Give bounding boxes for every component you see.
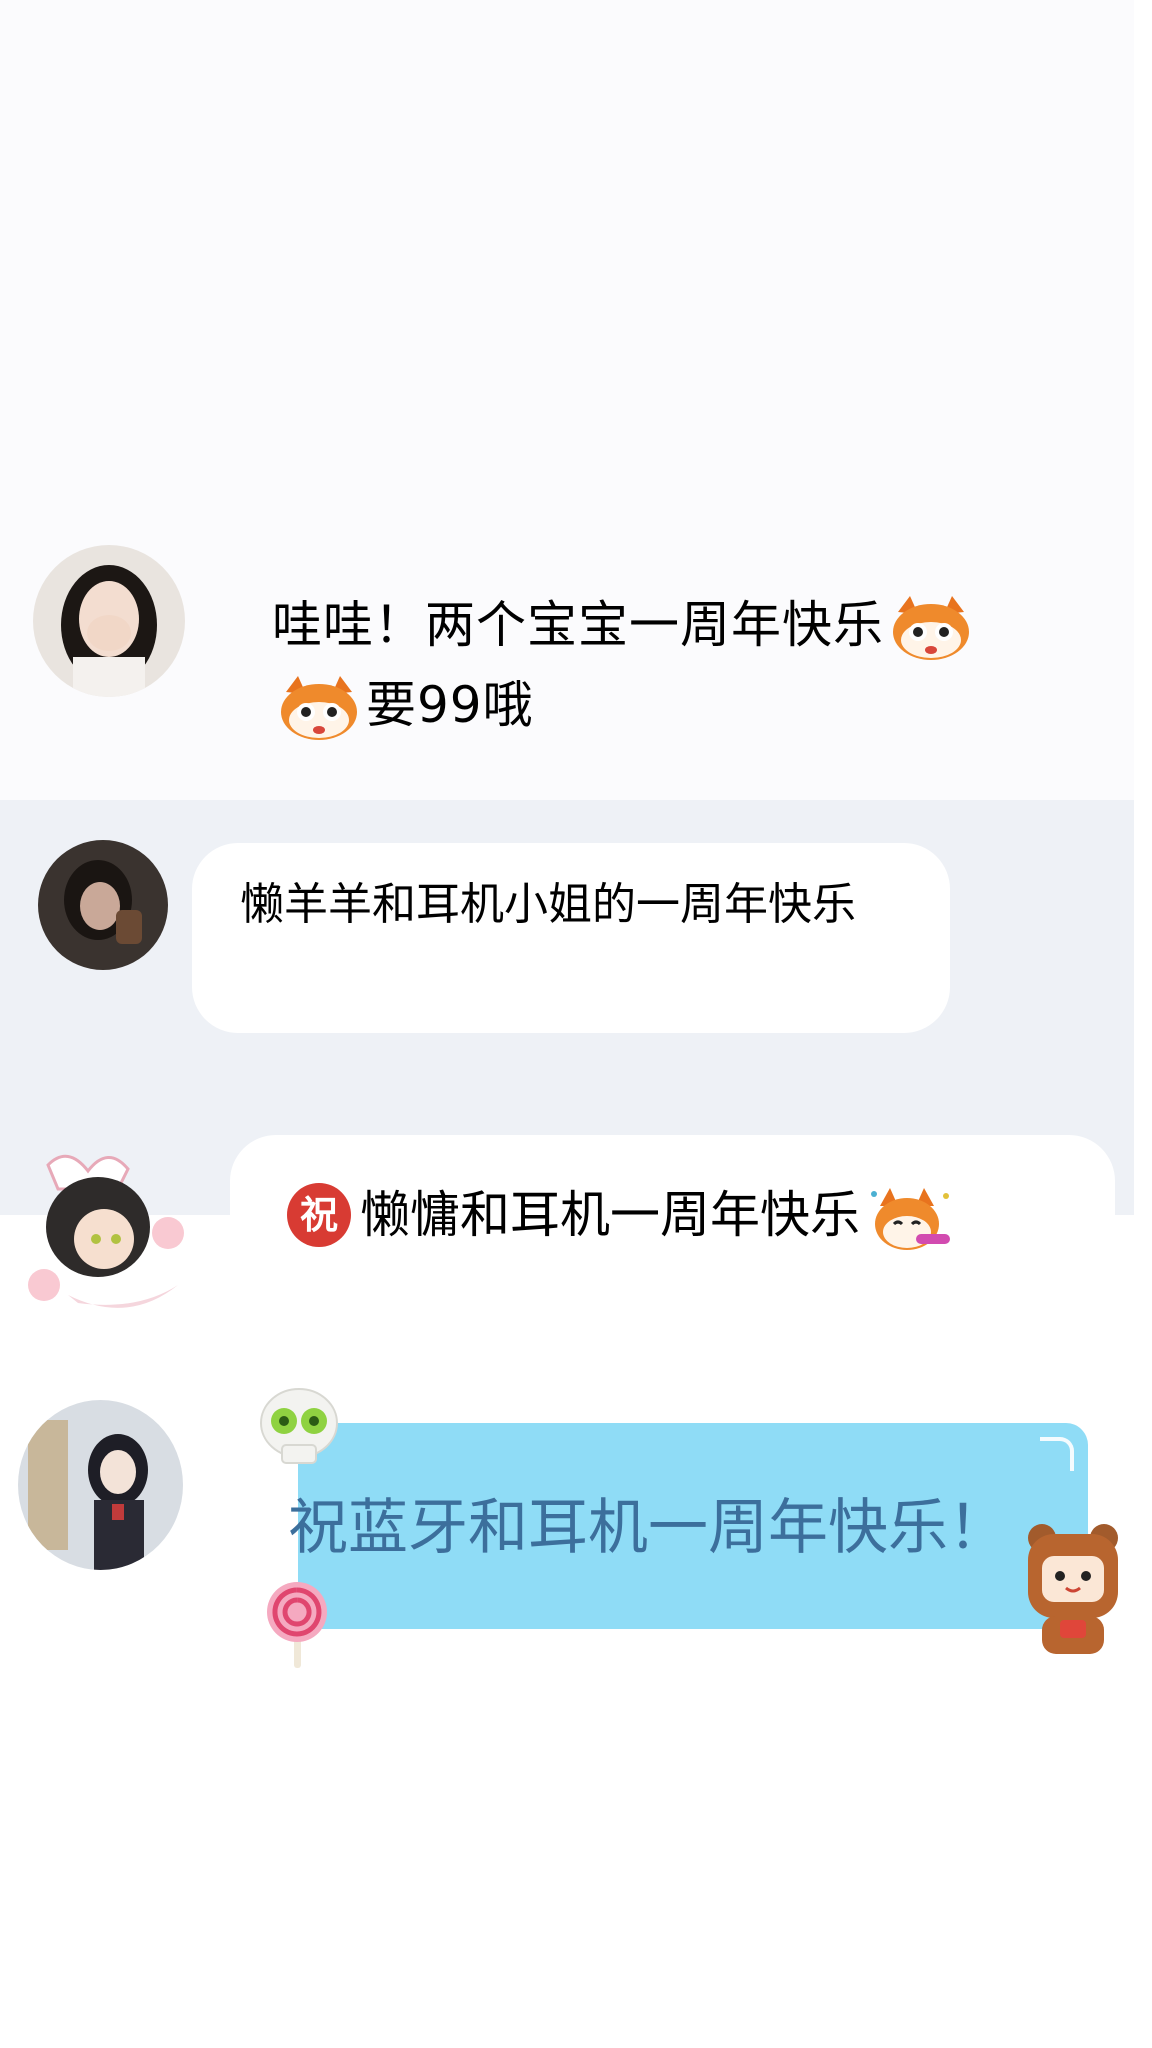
message-text: 懒慵和耳机一周年快乐: [360, 1180, 954, 1254]
message-line: 要99哦: [366, 676, 534, 734]
avatar[interactable]: [18, 1400, 183, 1570]
blessing-badge: 祝: [287, 1183, 351, 1247]
avatar[interactable]: [38, 840, 168, 970]
message-text: 祝蓝牙和耳机一周年快乐！: [288, 1493, 1008, 1563]
party-cat-icon: [860, 1184, 954, 1254]
message-text: 哇哇！两个宝宝一周年快乐 要99哦: [272, 585, 1092, 745]
bear-icon: [1012, 1516, 1132, 1661]
chat-background-bottom: [0, 1215, 1134, 2048]
message-text: 懒羊羊和耳机小姐的一周年快乐: [240, 879, 856, 930]
bubble-corner-decoration: [1040, 1437, 1074, 1471]
lollipop-icon: [260, 1578, 334, 1668]
avatar[interactable]: [18, 1135, 193, 1320]
cat-face-icon: [884, 594, 978, 664]
message-line: 哇哇！两个宝宝一周年快乐: [272, 596, 884, 654]
skull-icon: [254, 1383, 344, 1473]
message-line: 懒慵和耳机一周年快乐: [360, 1186, 860, 1244]
avatar[interactable]: [33, 545, 185, 697]
cat-face-icon: [272, 674, 366, 744]
